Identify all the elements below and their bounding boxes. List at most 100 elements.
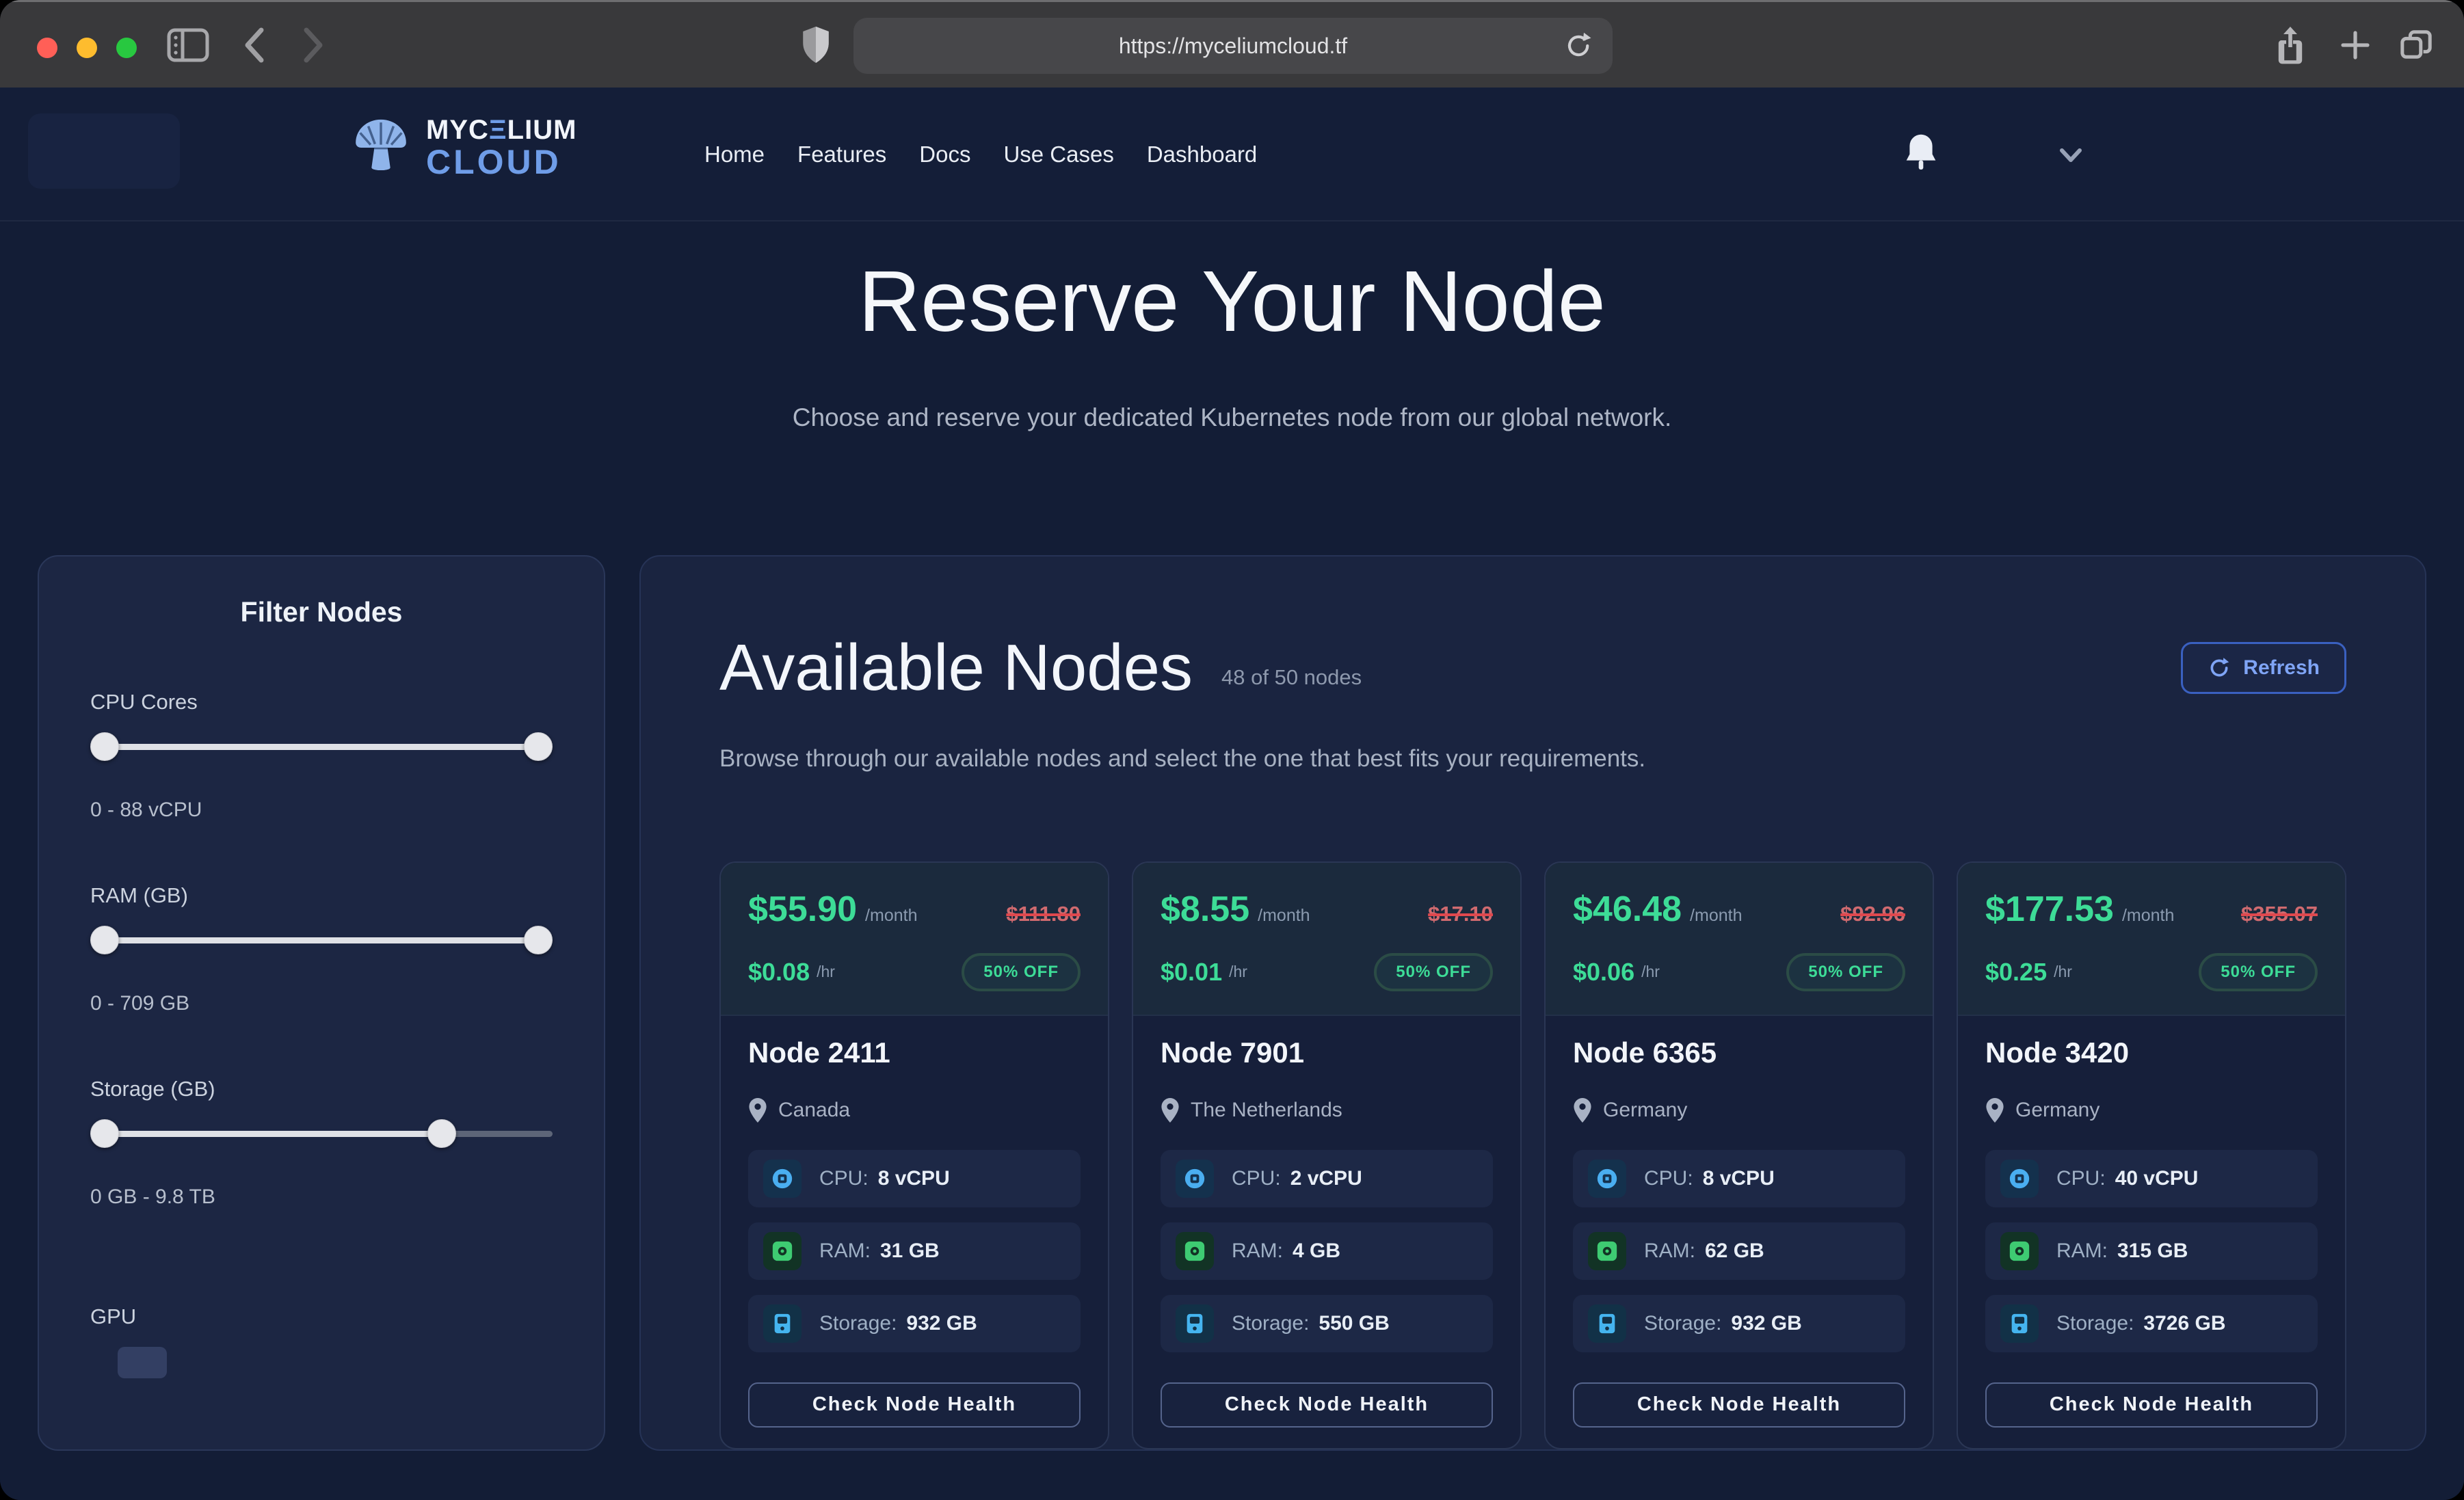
storage-range-slider[interactable]	[90, 1119, 553, 1148]
card-body: Node 7901 The Netherlands	[1133, 1016, 1520, 1448]
card-body: Node 6365 Germany	[1546, 1016, 1933, 1448]
logo-text: MYCΞLIUM CLOUD	[426, 116, 577, 179]
discount-badge: 50% OFF	[1786, 953, 1905, 991]
privacy-shield-icon[interactable]	[799, 24, 833, 66]
spec-list: CPU:8 vCPU RAM:62 GB	[1573, 1150, 1905, 1367]
storage-icon	[763, 1304, 802, 1343]
cpu-icon	[763, 1160, 802, 1198]
location-pin-icon	[748, 1098, 767, 1123]
slider-thumb-min[interactable]	[90, 926, 119, 954]
cpu-spec-row: CPU:40 vCPU	[1985, 1150, 2318, 1207]
node-card[interactable]: $8.55 /month $17.10 $0.01 /hr 50% OFF	[1132, 861, 1522, 1449]
minimize-window-button[interactable]	[77, 38, 97, 58]
node-card[interactable]: $177.53 /month $355.07 $0.25 /hr 50% OFF	[1957, 861, 2346, 1449]
nav-link-features[interactable]: Features	[797, 142, 886, 168]
original-price: $111.80	[1006, 902, 1081, 926]
slider-thumb-min[interactable]	[90, 1119, 119, 1148]
location-pin-icon	[1161, 1098, 1180, 1123]
node-card[interactable]: $55.90 /month $111.80 $0.08 /hr 50% OFF	[719, 861, 1109, 1449]
location-pin-icon	[1985, 1098, 2004, 1123]
check-node-health-button[interactable]: Check Node Health	[748, 1382, 1081, 1428]
reload-icon[interactable]	[1565, 30, 1593, 62]
cpu-range-slider[interactable]	[90, 732, 553, 761]
hourly-unit: /hr	[1229, 963, 1247, 981]
cpu-spec-row: CPU:2 vCPU	[1161, 1150, 1493, 1207]
ram-icon	[1176, 1232, 1214, 1270]
monthly-unit: /month	[2122, 906, 2174, 926]
storage-filter-label: Storage (GB)	[90, 1077, 553, 1101]
storage-spec-row: Storage:932 GB	[1573, 1295, 1905, 1352]
original-price: $17.10	[1428, 902, 1493, 926]
cpu-icon	[1176, 1160, 1214, 1198]
nav-link-use-cases[interactable]: Use Cases	[1003, 142, 1113, 168]
monthly-unit: /month	[865, 906, 917, 926]
hero-section: Reserve Your Node Choose and reserve you…	[0, 222, 2464, 432]
notifications-bell-icon[interactable]	[1901, 131, 1941, 175]
ram-range-slider[interactable]	[90, 926, 553, 954]
ram-filter-label: RAM (GB)	[90, 883, 553, 908]
ram-spec-row: RAM:315 GB	[1985, 1222, 2318, 1280]
storage-icon	[2000, 1304, 2039, 1343]
nav-link-docs[interactable]: Docs	[919, 142, 970, 168]
page-title: Reserve Your Node	[0, 258, 2464, 345]
monthly-price: $8.55	[1161, 889, 1249, 930]
nav-link-home[interactable]: Home	[704, 142, 765, 168]
traffic-lights	[37, 38, 137, 58]
forward-icon[interactable]	[300, 26, 327, 64]
url-bar[interactable]: https://myceliumcloud.tf	[853, 18, 1613, 74]
spec-text: Storage:550 GB	[1232, 1312, 1390, 1335]
new-tab-icon[interactable]	[2339, 29, 2372, 62]
check-node-health-button[interactable]: Check Node Health	[1161, 1382, 1493, 1428]
cpu-icon	[2000, 1160, 2039, 1198]
zoom-window-button[interactable]	[116, 38, 137, 58]
slider-thumb-max[interactable]	[524, 732, 553, 761]
original-price: $355.07	[2241, 902, 2318, 926]
url-text: https://myceliumcloud.tf	[1119, 34, 1347, 59]
logo-line-1: MYCΞLIUM	[426, 116, 577, 144]
ram-icon	[1588, 1232, 1626, 1270]
check-node-health-button[interactable]: Check Node Health	[1573, 1382, 1905, 1428]
nav-link-dashboard[interactable]: Dashboard	[1147, 142, 1257, 168]
account-chevron-down-icon[interactable]	[2055, 145, 2087, 165]
spec-text: Storage:932 GB	[1644, 1312, 1802, 1335]
node-location: Germany	[1603, 1099, 1687, 1122]
check-node-health-button[interactable]: Check Node Health	[1985, 1382, 2318, 1428]
hourly-price: $0.08	[748, 958, 810, 987]
browser-window: https://myceliumcloud.tf	[0, 0, 2464, 1500]
card-pricing-header: $46.48 /month $92.96 $0.06 /hr 50% OFF	[1546, 863, 1933, 1016]
back-icon[interactable]	[241, 26, 268, 64]
monthly-price: $46.48	[1573, 889, 1682, 930]
close-window-button[interactable]	[37, 38, 57, 58]
browser-chrome: https://myceliumcloud.tf	[0, 0, 2464, 88]
monthly-unit: /month	[1258, 906, 1310, 926]
page-viewport: MYCΞLIUM CLOUD Home Features Docs Use Ca…	[0, 88, 2464, 1500]
hourly-price: $0.01	[1161, 958, 1222, 987]
ram-range-value: 0 - 709 GB	[90, 992, 553, 1015]
ram-spec-row: RAM:62 GB	[1573, 1222, 1905, 1280]
slider-thumb-max[interactable]	[427, 1119, 456, 1148]
filter-panel: Filter Nodes CPU Cores 0 - 88 vCPU RAM (…	[38, 555, 605, 1451]
card-pricing-header: $177.53 /month $355.07 $0.25 /hr 50% OFF	[1958, 863, 2345, 1016]
available-nodes-panel: Available Nodes 48 of 50 nodes Refresh B…	[639, 555, 2426, 1451]
discount-badge: 50% OFF	[962, 953, 1081, 991]
slider-thumb-min[interactable]	[90, 732, 119, 761]
card-pricing-header: $55.90 /month $111.80 $0.08 /hr 50% OFF	[721, 863, 1108, 1016]
node-card[interactable]: $46.48 /month $92.96 $0.06 /hr 50% OFF	[1544, 861, 1934, 1449]
ram-icon	[763, 1232, 802, 1270]
spec-text: CPU:8 vCPU	[819, 1167, 950, 1190]
tab-overview-icon[interactable]	[2399, 28, 2433, 62]
sidebar-toggle-icon[interactable]	[167, 28, 209, 62]
card-body: Node 3420 Germany	[1958, 1016, 2345, 1448]
gpu-checkbox[interactable]	[118, 1347, 167, 1378]
filter-panel-title: Filter Nodes	[90, 596, 553, 628]
spec-text: Storage:932 GB	[819, 1312, 977, 1335]
storage-icon	[1176, 1304, 1214, 1343]
refresh-label: Refresh	[2243, 656, 2320, 680]
slider-thumb-max[interactable]	[524, 926, 553, 954]
ram-spec-row: RAM:31 GB	[748, 1222, 1081, 1280]
site-logo[interactable]: MYCΞLIUM CLOUD	[345, 112, 577, 183]
ram-icon	[2000, 1232, 2039, 1270]
refresh-button[interactable]: Refresh	[2181, 642, 2346, 694]
panel-subtitle: Browse through our available nodes and s…	[719, 745, 2346, 773]
share-icon[interactable]	[2274, 25, 2307, 65]
